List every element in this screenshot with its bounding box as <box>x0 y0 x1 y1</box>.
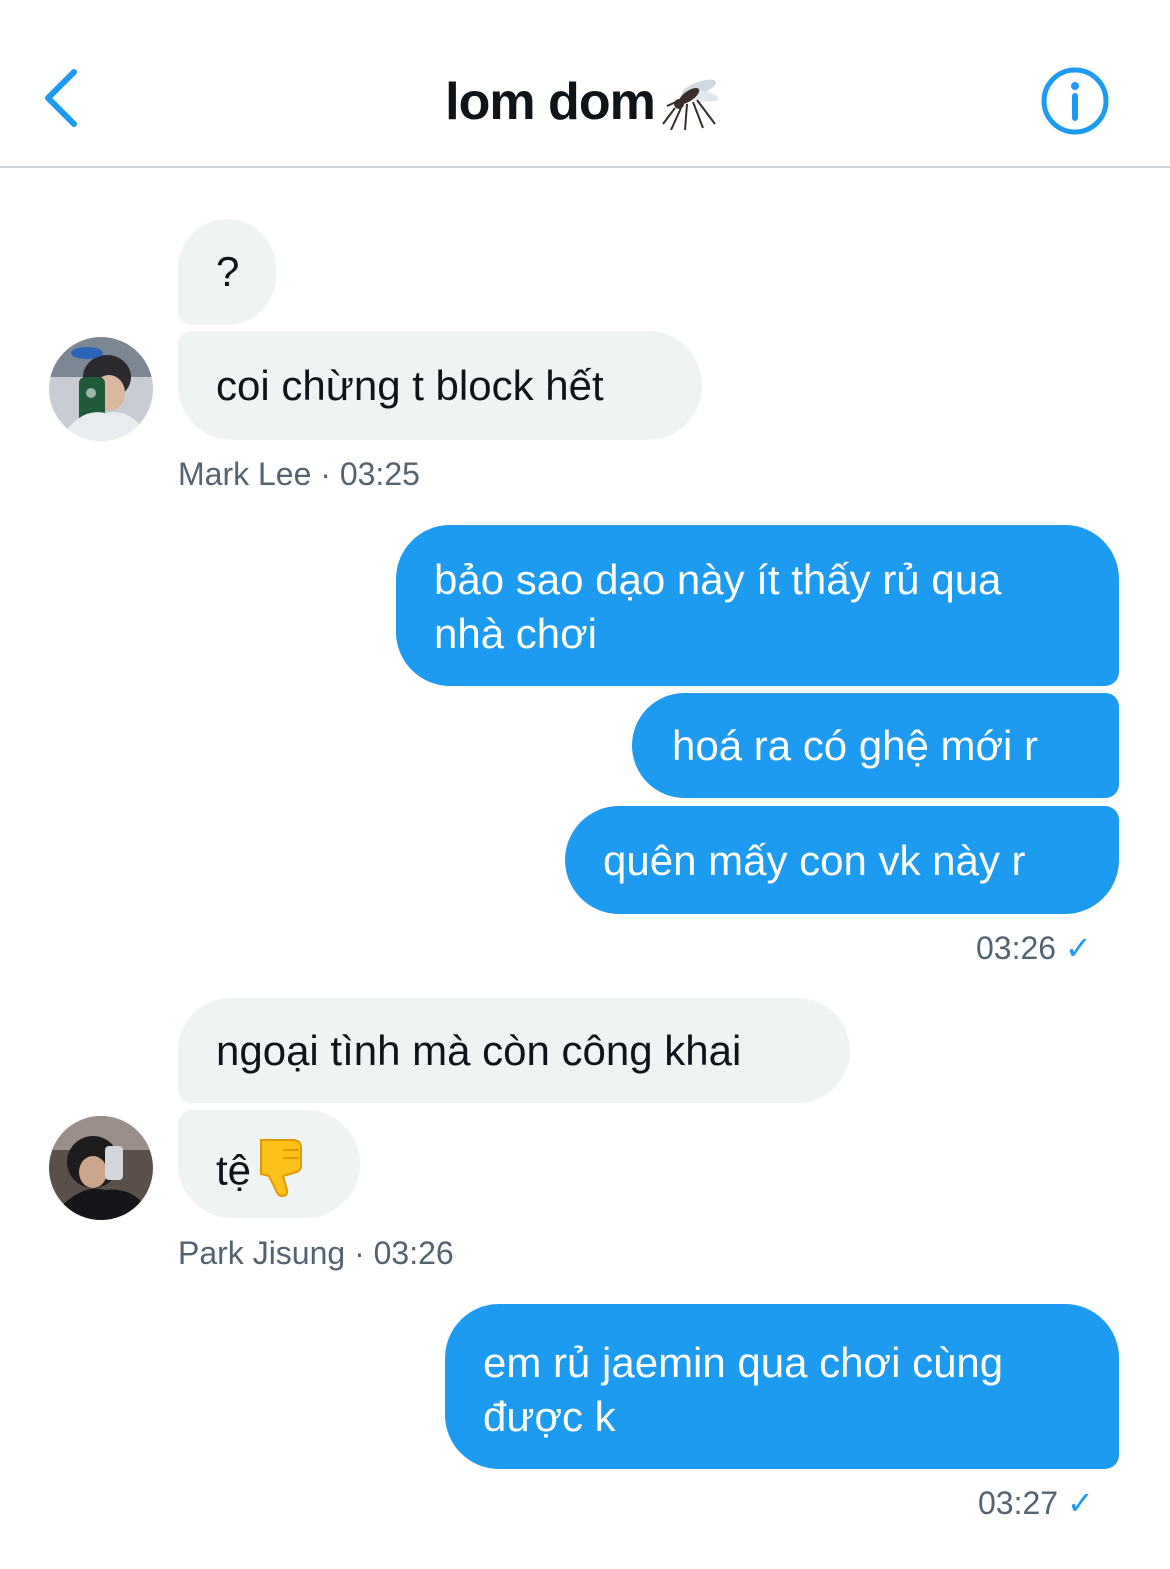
incoming-message[interactable]: coi chừng t block hết <box>178 331 702 440</box>
message-time: 03:27 <box>978 1485 1059 1521</box>
message-text: coi chừng t block hết <box>216 362 604 409</box>
message-meta: Mark Lee · 03:25 <box>178 456 420 492</box>
thumbs-down-icon <box>253 1136 311 1211</box>
avatar-mark-lee[interactable] <box>49 337 153 441</box>
outgoing-message[interactable]: bảo sao dạo này ít thấy rủ qua nhà chơi <box>396 525 1119 686</box>
message-text-line: em rủ jaemin qua chơi cùng <box>483 1339 1004 1386</box>
mosquito-icon <box>659 66 725 145</box>
message-text: hoá ra có ghệ mới r <box>672 722 1039 769</box>
incoming-message[interactable]: tệ <box>178 1110 360 1218</box>
avatar-park-jisung[interactable] <box>49 1116 153 1220</box>
incoming-message[interactable]: ? <box>178 219 276 325</box>
outgoing-message[interactable]: quên mấy con vk này r <box>565 806 1119 914</box>
sent-check-icon: ✓ <box>1066 1485 1094 1521</box>
incoming-message[interactable]: ngoại tình mà còn công khai <box>178 998 850 1103</box>
outgoing-message[interactable]: em rủ jaemin qua chơi cùng được k <box>445 1304 1119 1469</box>
conversation-title-text: lom dom <box>445 73 656 132</box>
outgoing-message[interactable]: hoá ra có ghệ mới r <box>632 693 1119 798</box>
message-time: 03:26 <box>976 930 1057 966</box>
info-button[interactable] <box>1040 66 1110 136</box>
message-text: ? <box>216 248 240 295</box>
message-meta: 03:27 ✓ <box>978 1484 1094 1522</box>
message-text-line: nhà chơi <box>434 610 597 657</box>
message-text-line: được k <box>483 1393 616 1440</box>
message-text-line: bảo sao dạo này ít thấy rủ qua <box>434 556 1002 603</box>
message-meta: Park Jisung · 03:26 <box>178 1235 454 1271</box>
conversation-header: lom dom <box>0 0 1170 168</box>
message-text: quên mấy con vk này r <box>603 837 1026 884</box>
conversation-title[interactable]: lom dom <box>0 66 1170 145</box>
message-text: ngoại tình mà còn công khai <box>216 1027 742 1074</box>
message-text: tệ <box>216 1146 252 1194</box>
sent-check-icon: ✓ <box>1064 930 1092 966</box>
info-circle-icon <box>1041 67 1109 135</box>
message-meta: 03:26 ✓ <box>976 929 1092 967</box>
